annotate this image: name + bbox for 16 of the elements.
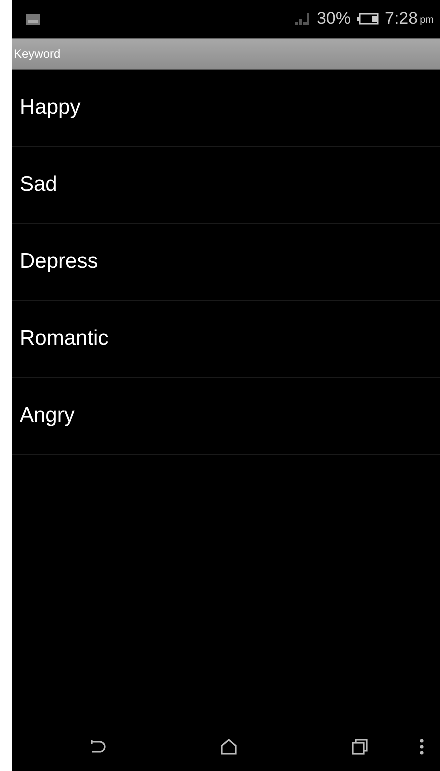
image-notification-icon [26, 14, 40, 24]
clock-time: 7:28 [385, 9, 418, 29]
keyword-list-item[interactable]: Happy [12, 70, 440, 147]
more-options-icon[interactable] [420, 739, 424, 755]
back-icon[interactable] [90, 740, 106, 754]
signal-icon [294, 13, 309, 25]
keyword-list-item[interactable]: Sad [12, 147, 440, 224]
recent-apps-icon[interactable] [352, 739, 368, 755]
time-suffix: pm [420, 15, 434, 26]
battery-percent: 30% [316, 9, 351, 29]
battery-icon [357, 13, 379, 25]
keyword-list-item[interactable]: Angry [12, 378, 440, 455]
screen-title: Keyword [14, 47, 61, 61]
keyword-list-item[interactable]: Romantic [12, 301, 440, 378]
keyword-list-item[interactable]: Depress [12, 224, 440, 301]
home-icon[interactable] [221, 739, 237, 755]
